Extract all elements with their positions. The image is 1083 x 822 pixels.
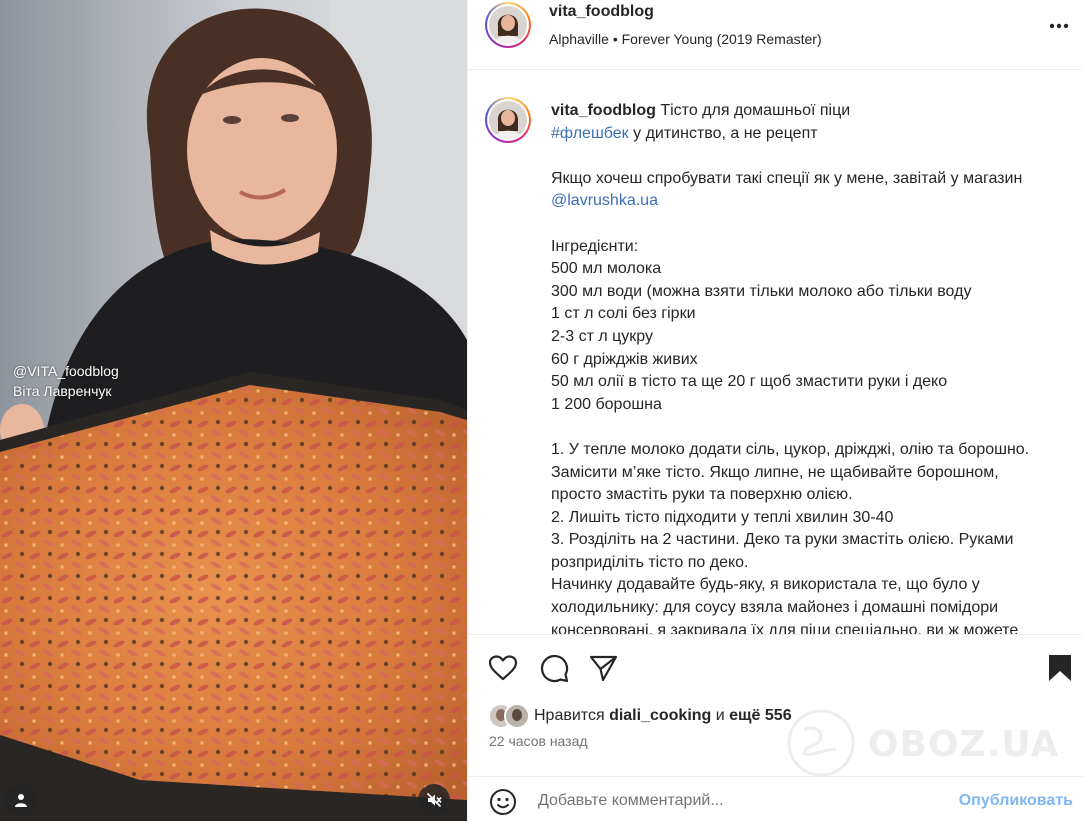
send-icon xyxy=(589,655,618,682)
site-watermark-text: OBOZ.UA xyxy=(868,724,1060,765)
comment-input[interactable]: Добавьте комментарий... xyxy=(538,792,724,810)
caption-first-line: vita_foodblog Тісто для домашньої піци xyxy=(551,100,1081,123)
ingredient-item: 2-3 ст л цукру xyxy=(551,327,654,345)
ingredient-item: 300 мл води (можна взяти тільки молоко а… xyxy=(551,282,972,300)
emoji-icon xyxy=(490,789,516,815)
video-watermark-name: Віта Лавренчук xyxy=(13,383,112,399)
caption-author-avatar[interactable] xyxy=(485,97,531,143)
ingredients-title: Інгредієнти: xyxy=(551,237,639,255)
post-header: vita_foodblog Alphaville • Forever Young… xyxy=(468,0,1083,70)
audio-info[interactable]: Alphaville • Forever Young (2019 Remaste… xyxy=(549,31,822,47)
post-video[interactable]: @VITA_foodblog Віта Лавренчук xyxy=(0,0,467,821)
post-caption: vita_foodblog Тісто для домашньої піци #… xyxy=(551,100,1081,634)
likes-summary: Нравится diali_cooking и ещё 556 xyxy=(488,703,792,729)
post-timestamp[interactable]: 22 часов назад xyxy=(489,733,588,749)
likes-middle: и xyxy=(715,707,725,724)
step-line: холодильнику: для соусу взяла майонез і … xyxy=(551,599,999,617)
step-line: 2. Лишіть тісто підходити у теплі хвилин… xyxy=(551,508,894,526)
more-horizontal-icon xyxy=(1049,23,1069,29)
site-watermark: OBOZ.UA xyxy=(776,708,1076,778)
likes-prefix: Нравится xyxy=(534,707,605,724)
ingredient-item: 500 мл молока xyxy=(551,260,662,278)
globe-logo-icon xyxy=(787,709,855,777)
caption-text: у дитинство, а не рецепт xyxy=(628,124,818,142)
publish-button[interactable]: Опубликовать xyxy=(959,792,1073,810)
save-button[interactable] xyxy=(1044,652,1076,684)
comment-button[interactable] xyxy=(538,652,570,684)
ingredient-item: 50 мл олії в тісто та ще 20 г щоб змасти… xyxy=(551,373,948,391)
audio-track[interactable]: Forever Young (2019 Remaster) xyxy=(622,31,822,47)
liker-username[interactable]: diali_cooking xyxy=(609,707,711,724)
step-line: розприділіть тісто по деко. xyxy=(551,553,749,571)
video-frame-image xyxy=(0,0,467,821)
speaker-muted-icon xyxy=(426,792,442,808)
audio-separator: • xyxy=(612,31,618,47)
post-details-panel: vita_foodblog Alphaville • Forever Young… xyxy=(467,0,1083,821)
share-button[interactable] xyxy=(587,652,619,684)
step-line: Начинку додавайте будь-яку, я використал… xyxy=(551,576,980,594)
liker-avatar[interactable] xyxy=(504,703,530,729)
author-username[interactable]: vita_foodblog xyxy=(549,3,654,21)
mute-toggle-button[interactable] xyxy=(418,784,450,816)
comment-form: Добавьте комментарий... Опубликовать xyxy=(468,776,1083,821)
ingredient-item: 60 г дріжджів живих xyxy=(551,350,698,368)
hashtag-link[interactable]: #флешбек xyxy=(551,125,629,142)
more-options-button[interactable] xyxy=(1044,14,1074,38)
bookmark-icon xyxy=(1049,655,1071,681)
profile-photo-image xyxy=(489,6,527,44)
comment-icon xyxy=(540,654,569,683)
ingredient-item: 1 ст л солі без гірки xyxy=(551,305,696,323)
ingredient-item: 1 200 борошна xyxy=(551,395,662,413)
tagged-users-button[interactable] xyxy=(5,784,37,816)
emoji-button[interactable] xyxy=(488,787,518,817)
caption-scroll-area[interactable]: vita_foodblog Тісто для домашньої піци #… xyxy=(468,71,1083,634)
audio-artist[interactable]: Alphaville xyxy=(549,31,609,47)
user-tag-icon xyxy=(15,794,27,807)
mention-link[interactable]: @lavrushka.ua xyxy=(551,192,658,209)
profile-photo-image xyxy=(489,101,527,139)
heart-icon xyxy=(488,655,518,681)
step-line: консервовані, я закривала їх для піци сп… xyxy=(551,621,1019,634)
likes-text: Нравится diali_cooking и ещё 556 xyxy=(534,707,792,725)
video-watermark-handle: @VITA_foodblog xyxy=(13,363,119,379)
step-line: 1. У тепле молоко додати сіль, цукор, др… xyxy=(551,440,1030,458)
step-line: 3. Розділіть на 2 частини. Деко та руки … xyxy=(551,531,1014,549)
like-button[interactable] xyxy=(487,652,519,684)
caption-shop-text: Якщо хочеш спробувати такі спеції як у м… xyxy=(551,169,1023,187)
author-avatar[interactable] xyxy=(485,2,531,48)
caption-title: Тісто для домашньої піци xyxy=(660,102,851,119)
step-line: просто змастіть руки та поверхню олією. xyxy=(551,486,853,504)
post-actions-bar xyxy=(468,634,1083,704)
caption-second-line: #флешбек у дитинство, а не рецепт xyxy=(551,123,1081,146)
profile-photo-image xyxy=(506,705,528,727)
caption-username[interactable]: vita_foodblog xyxy=(551,102,656,119)
step-line: Замісити м’яке тісто. Якщо липне, не щаб… xyxy=(551,463,999,481)
